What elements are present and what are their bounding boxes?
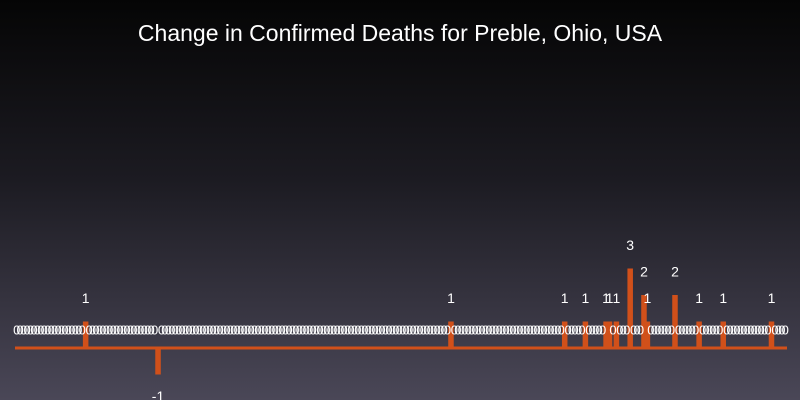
data-label: 1 — [768, 290, 776, 306]
chart-root: Change in Confirmed Deaths for Preble, O… — [0, 0, 800, 400]
data-label: 2 — [640, 264, 648, 280]
bar — [155, 348, 161, 375]
data-label: 1 — [581, 290, 589, 306]
data-label: 3 — [626, 237, 634, 253]
data-label: 1 — [613, 290, 621, 306]
chart-plot: 0000000000000000000010000000000000000000… — [13, 237, 789, 400]
data-label-zero: 0 — [782, 322, 789, 337]
data-label: -1 — [152, 388, 165, 400]
data-label: 1 — [695, 290, 703, 306]
data-label: 1 — [644, 290, 652, 306]
data-label: 1 — [447, 290, 455, 306]
data-label: 2 — [671, 264, 679, 280]
data-label-zero: 0 — [637, 322, 644, 337]
data-label: 1 — [561, 290, 569, 306]
data-label: 1 — [719, 290, 727, 306]
data-label-zero: 0 — [599, 322, 606, 337]
data-label: 1 — [82, 290, 90, 306]
